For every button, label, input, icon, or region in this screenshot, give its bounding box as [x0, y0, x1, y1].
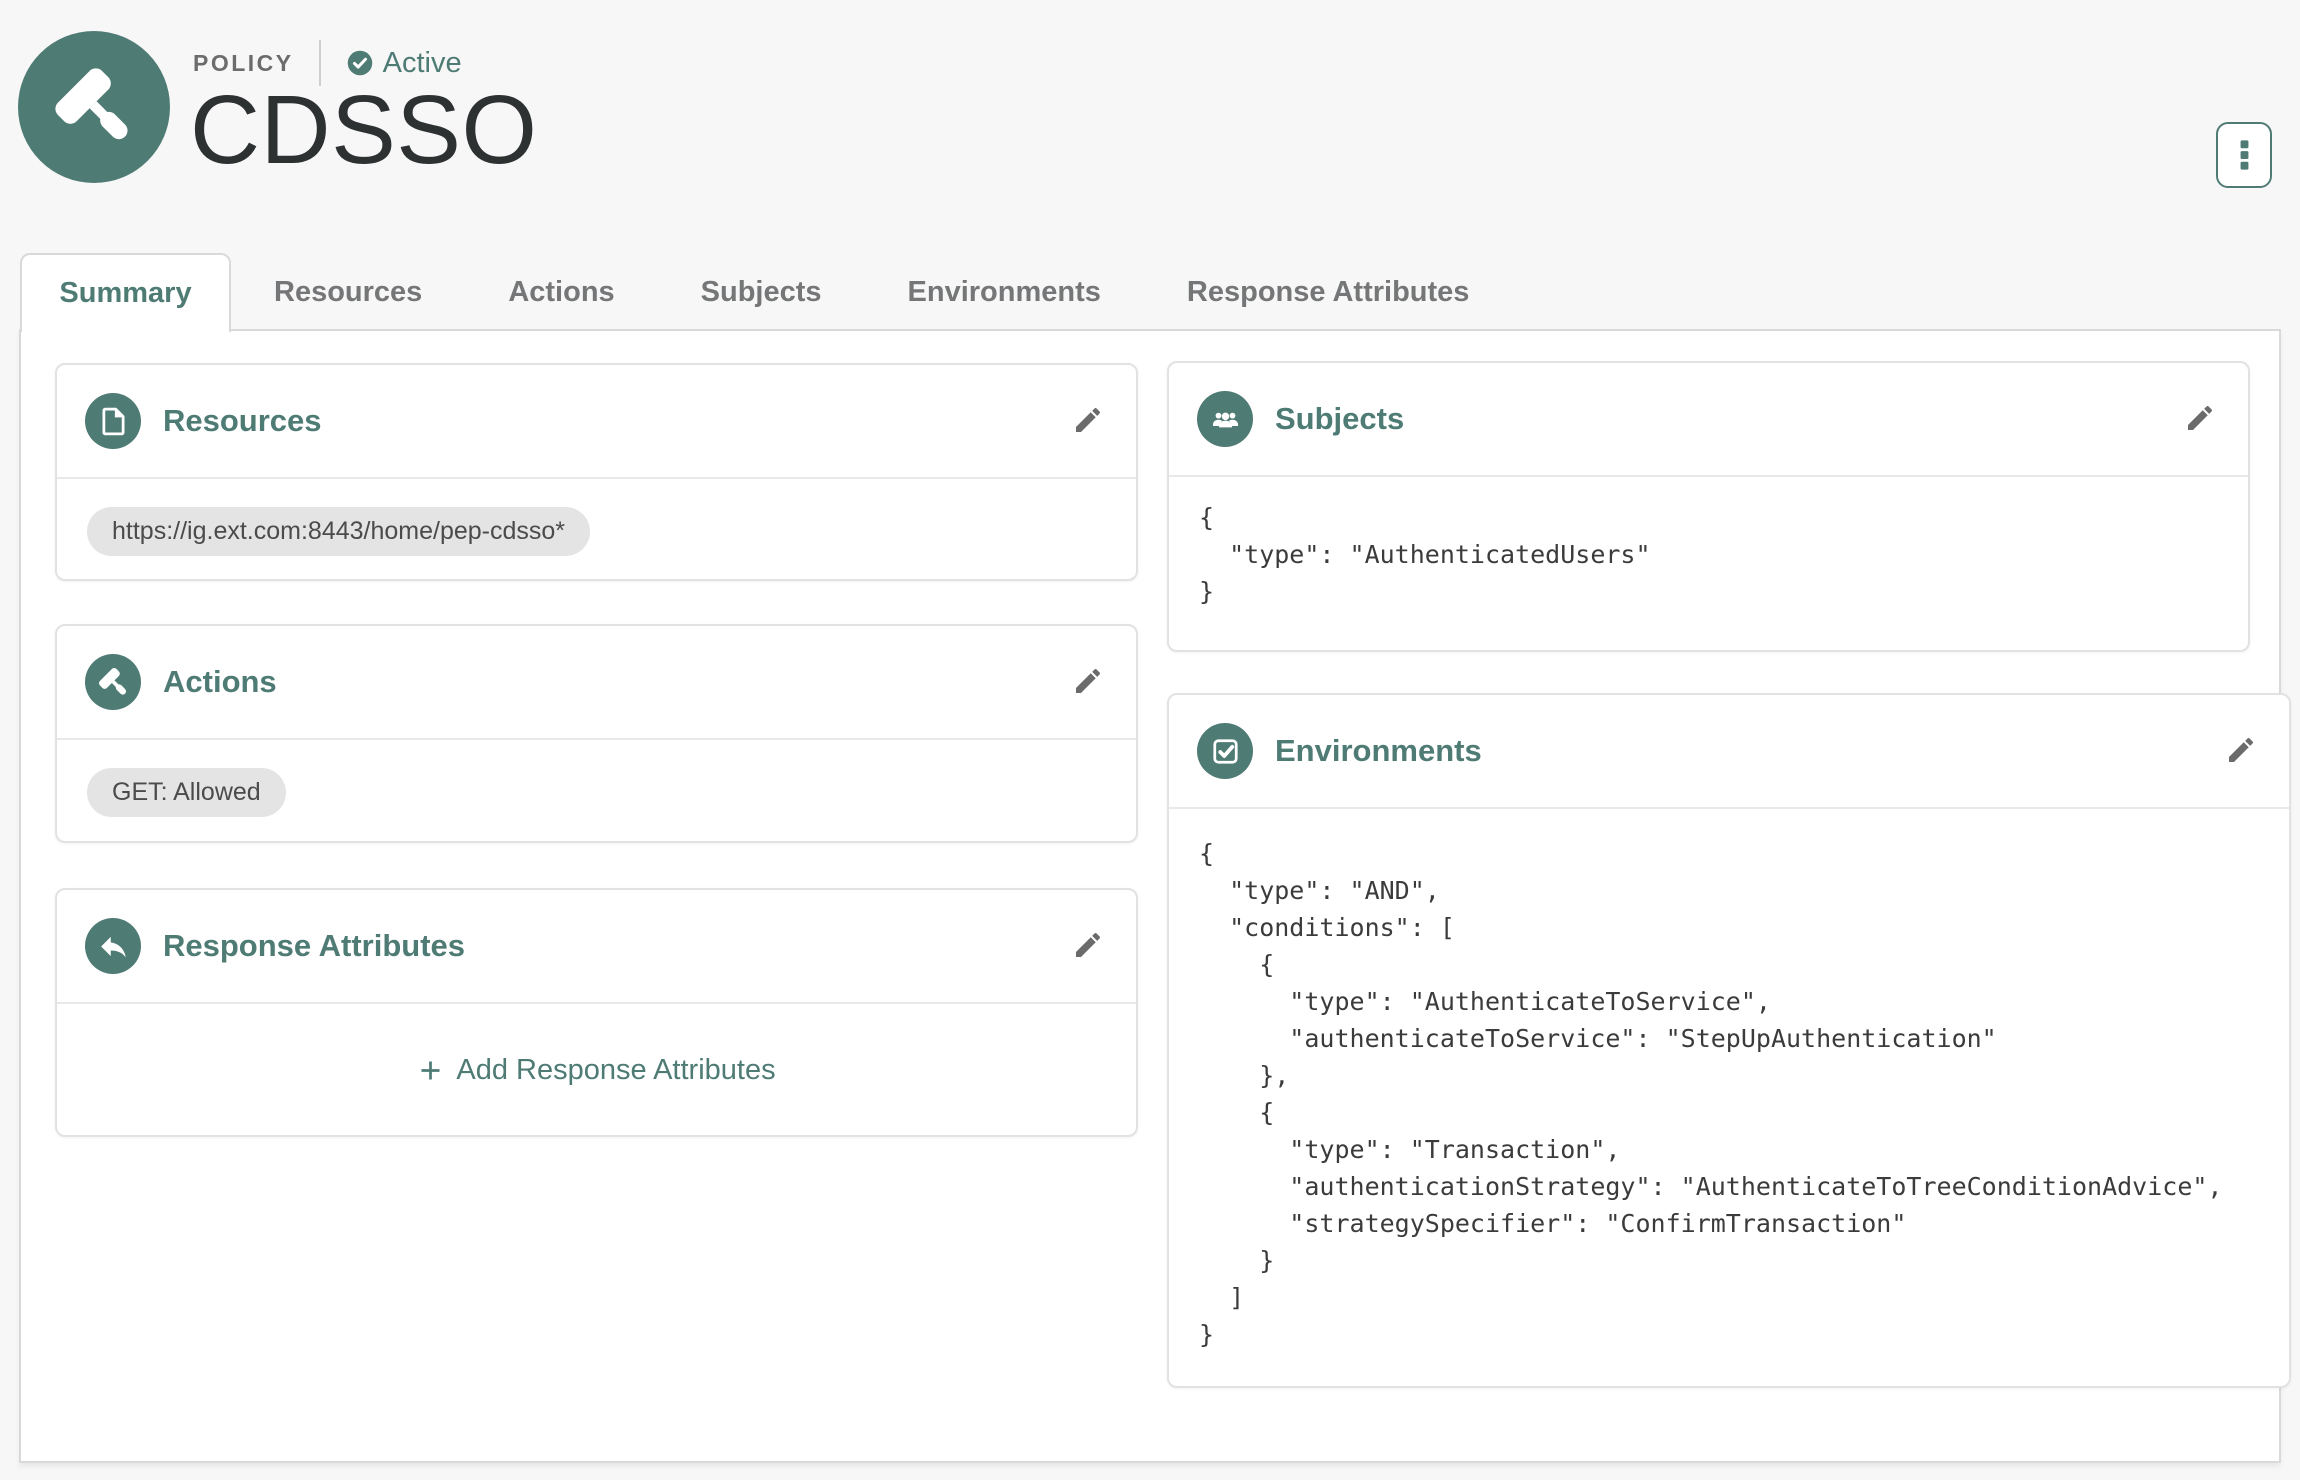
- edit-response-attributes-button[interactable]: [1070, 928, 1106, 964]
- more-options-button[interactable]: [2216, 122, 2272, 188]
- edit-subjects-button[interactable]: [2182, 401, 2218, 437]
- response-attributes-card: Response Attributes Add Response Attribu…: [55, 888, 1138, 1137]
- resources-card-body: https://ig.ext.com:8443/home/pep-cdsso*: [57, 479, 1136, 584]
- action-chip: GET: Allowed: [87, 768, 286, 817]
- actions-card-header: Actions: [57, 626, 1136, 740]
- plus-icon: [417, 1057, 444, 1084]
- environments-icon-circle: [1197, 723, 1253, 779]
- actions-card-title: Actions: [163, 664, 277, 700]
- file-icon: [97, 405, 130, 438]
- environments-card-body: { "type": "AND", "conditions": [ { "type…: [1169, 809, 2289, 1379]
- tab-environments[interactable]: Environments: [865, 253, 1144, 332]
- add-response-attributes-button[interactable]: Add Response Attributes: [417, 1054, 775, 1087]
- edit-environments-button[interactable]: [2223, 733, 2259, 769]
- gavel-icon: [50, 63, 138, 151]
- subjects-card-header: Subjects: [1169, 363, 2248, 477]
- subjects-icon-circle: [1197, 391, 1253, 447]
- environments-json: { "type": "AND", "conditions": [ { "type…: [1199, 835, 2259, 1353]
- page-title: CDSSO: [190, 76, 537, 185]
- response-attributes-card-header: Response Attributes: [57, 890, 1136, 1004]
- gavel-icon: [97, 666, 130, 699]
- response-attributes-icon-circle: [85, 918, 141, 974]
- environments-card: Environments { "type": "AND", "condition…: [1167, 693, 2291, 1388]
- pencil-icon: [1072, 929, 1104, 961]
- subjects-json: { "type": "AuthenticatedUsers" }: [1199, 499, 2218, 610]
- pencil-icon: [2225, 734, 2257, 766]
- pencil-icon: [2184, 402, 2216, 434]
- subjects-card: Subjects { "type": "AuthenticatedUsers" …: [1167, 361, 2250, 652]
- edit-actions-button[interactable]: [1070, 664, 1106, 700]
- tab-label: Resources: [274, 276, 422, 309]
- add-response-attributes-label: Add Response Attributes: [456, 1054, 775, 1087]
- check-circle-icon: [346, 49, 374, 77]
- edit-resources-button[interactable]: [1070, 403, 1106, 439]
- tab-summary[interactable]: Summary: [20, 253, 231, 332]
- tab-actions[interactable]: Actions: [465, 253, 657, 332]
- tab-bar: Summary Resources Actions Subjects Envir…: [20, 253, 1512, 332]
- users-icon: [1209, 403, 1242, 436]
- resources-card: Resources https://ig.ext.com:8443/home/p…: [55, 363, 1138, 581]
- policy-summary-page: POLICY Active CDSSO Summary Resources Ac…: [0, 0, 2300, 1480]
- tab-label: Response Attributes: [1187, 276, 1470, 309]
- response-attributes-card-title: Response Attributes: [163, 928, 465, 964]
- check-square-icon: [1209, 735, 1242, 768]
- tab-label: Environments: [908, 276, 1101, 309]
- tab-resources[interactable]: Resources: [231, 253, 465, 332]
- actions-card: Actions GET: Allowed: [55, 624, 1138, 843]
- response-attributes-card-body: Add Response Attributes: [57, 1004, 1136, 1137]
- resource-chip: https://ig.ext.com:8443/home/pep-cdsso*: [87, 507, 590, 556]
- resources-card-header: Resources: [57, 365, 1136, 479]
- actions-card-body: GET: Allowed: [57, 740, 1136, 845]
- reply-icon: [97, 930, 130, 963]
- subjects-card-body: { "type": "AuthenticatedUsers" }: [1169, 477, 2248, 632]
- subjects-card-title: Subjects: [1275, 401, 1404, 437]
- tab-response-attributes[interactable]: Response Attributes: [1144, 253, 1513, 332]
- pencil-icon: [1072, 665, 1104, 697]
- actions-icon-circle: [85, 654, 141, 710]
- tab-label: Actions: [508, 276, 614, 309]
- entity-type-label: POLICY: [193, 50, 294, 77]
- tab-label: Summary: [59, 277, 191, 310]
- pencil-icon: [1072, 404, 1104, 436]
- environments-card-header: Environments: [1169, 695, 2289, 809]
- kebab-vertical-icon: [2240, 140, 2249, 170]
- resources-card-title: Resources: [163, 403, 322, 439]
- tab-label: Subjects: [701, 276, 822, 309]
- resources-icon-circle: [85, 393, 141, 449]
- policy-avatar: [18, 31, 170, 183]
- environments-card-title: Environments: [1275, 733, 1482, 769]
- tab-subjects[interactable]: Subjects: [658, 253, 865, 332]
- summary-tab-panel: Resources https://ig.ext.com:8443/home/p…: [19, 329, 2281, 1463]
